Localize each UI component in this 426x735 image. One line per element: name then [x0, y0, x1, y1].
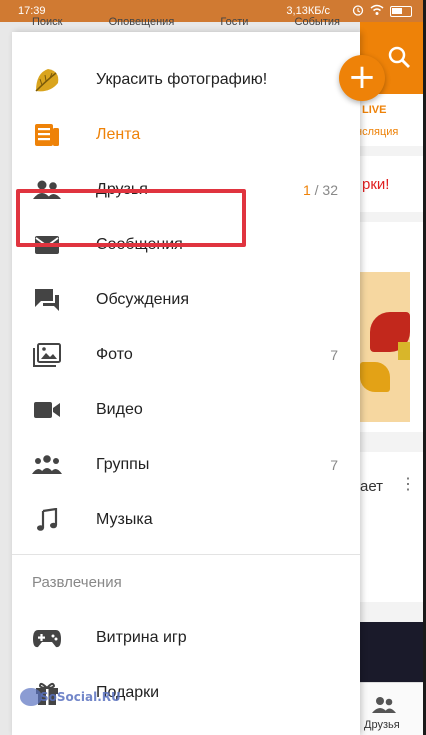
- live-badge: LIVE: [362, 104, 387, 116]
- menu-item-discussions[interactable]: Обсуждения: [12, 272, 360, 327]
- menu-item-music[interactable]: Музыка: [12, 492, 360, 547]
- menu-label: Музыка: [96, 510, 153, 528]
- friends-new-count: 1: [302, 181, 311, 198]
- photo-count: 7: [330, 346, 338, 363]
- menu-label: Обсуждения: [96, 290, 189, 308]
- menu-label: Фото: [96, 345, 133, 363]
- background-app: LIVE нсляция рки! ает ⋮ Друзья: [360, 22, 426, 735]
- plus-icon: +: [347, 57, 377, 97]
- section-title-entertainment: Развлечения: [32, 574, 122, 591]
- status-icons: [352, 4, 412, 19]
- background-translation-text: нсляция: [360, 126, 399, 138]
- friends-total-count: 32: [322, 181, 338, 198]
- add-fab-button[interactable]: +: [339, 55, 385, 101]
- friends-count: 1 / 32: [303, 182, 338, 198]
- friends-count-separator: /: [310, 181, 323, 198]
- menu-item-games[interactable]: Витрина игр: [12, 610, 360, 665]
- wifi-icon: [370, 4, 384, 19]
- music-icon: [32, 505, 62, 535]
- leaf-icon: [32, 65, 62, 95]
- background-image: [360, 272, 410, 422]
- background-partial-text: ает: [360, 478, 384, 495]
- search-icon[interactable]: [386, 44, 412, 70]
- friends-highlight-box: [16, 189, 246, 247]
- friends-nav-icon[interactable]: [372, 695, 396, 720]
- battery-icon: [390, 6, 412, 17]
- menu-label: Видео: [96, 400, 143, 418]
- friends-nav-label[interactable]: Друзья: [364, 719, 400, 731]
- video-icon: [32, 395, 62, 425]
- watermark: SoSocial.RU: [40, 690, 121, 704]
- watermark-logo: [20, 688, 42, 706]
- menu-label: Витрина игр: [96, 628, 187, 646]
- chat-icon: [32, 285, 62, 315]
- gamepad-icon: [32, 623, 62, 653]
- menu-item-decorate-photo[interactable]: Украсить фотографию!: [12, 52, 360, 107]
- bottom-nav: Друзья: [360, 682, 426, 735]
- menu-item-photo[interactable]: Фото 7: [12, 327, 360, 382]
- divider: [12, 554, 360, 555]
- menu-label: Лента: [96, 125, 141, 143]
- menu-label: Группы: [96, 455, 150, 473]
- menu-label: Украсить фотографию!: [96, 70, 268, 88]
- background-red-text: рки!: [362, 176, 390, 193]
- menu-item-video[interactable]: Видео: [12, 382, 360, 437]
- phone-frame: 17:39 3,13КБ/с LIVE нсляция рки! ает ⋮ Д…: [0, 0, 426, 735]
- groups-count: 7: [330, 456, 338, 473]
- feed-icon: [32, 120, 62, 150]
- background-live-row: [360, 94, 426, 146]
- navigation-drawer: Украсить фотографию! Лента Друзья 1 / 32…: [12, 32, 360, 735]
- background-dark-area: [360, 622, 426, 682]
- photo-icon: [32, 340, 62, 370]
- more-options-icon[interactable]: ⋮: [400, 474, 416, 494]
- groups-icon: [32, 450, 62, 480]
- menu-item-feed[interactable]: Лента: [12, 107, 360, 162]
- menu-item-groups[interactable]: Группы 7: [12, 437, 360, 492]
- background-post-2: [360, 452, 426, 602]
